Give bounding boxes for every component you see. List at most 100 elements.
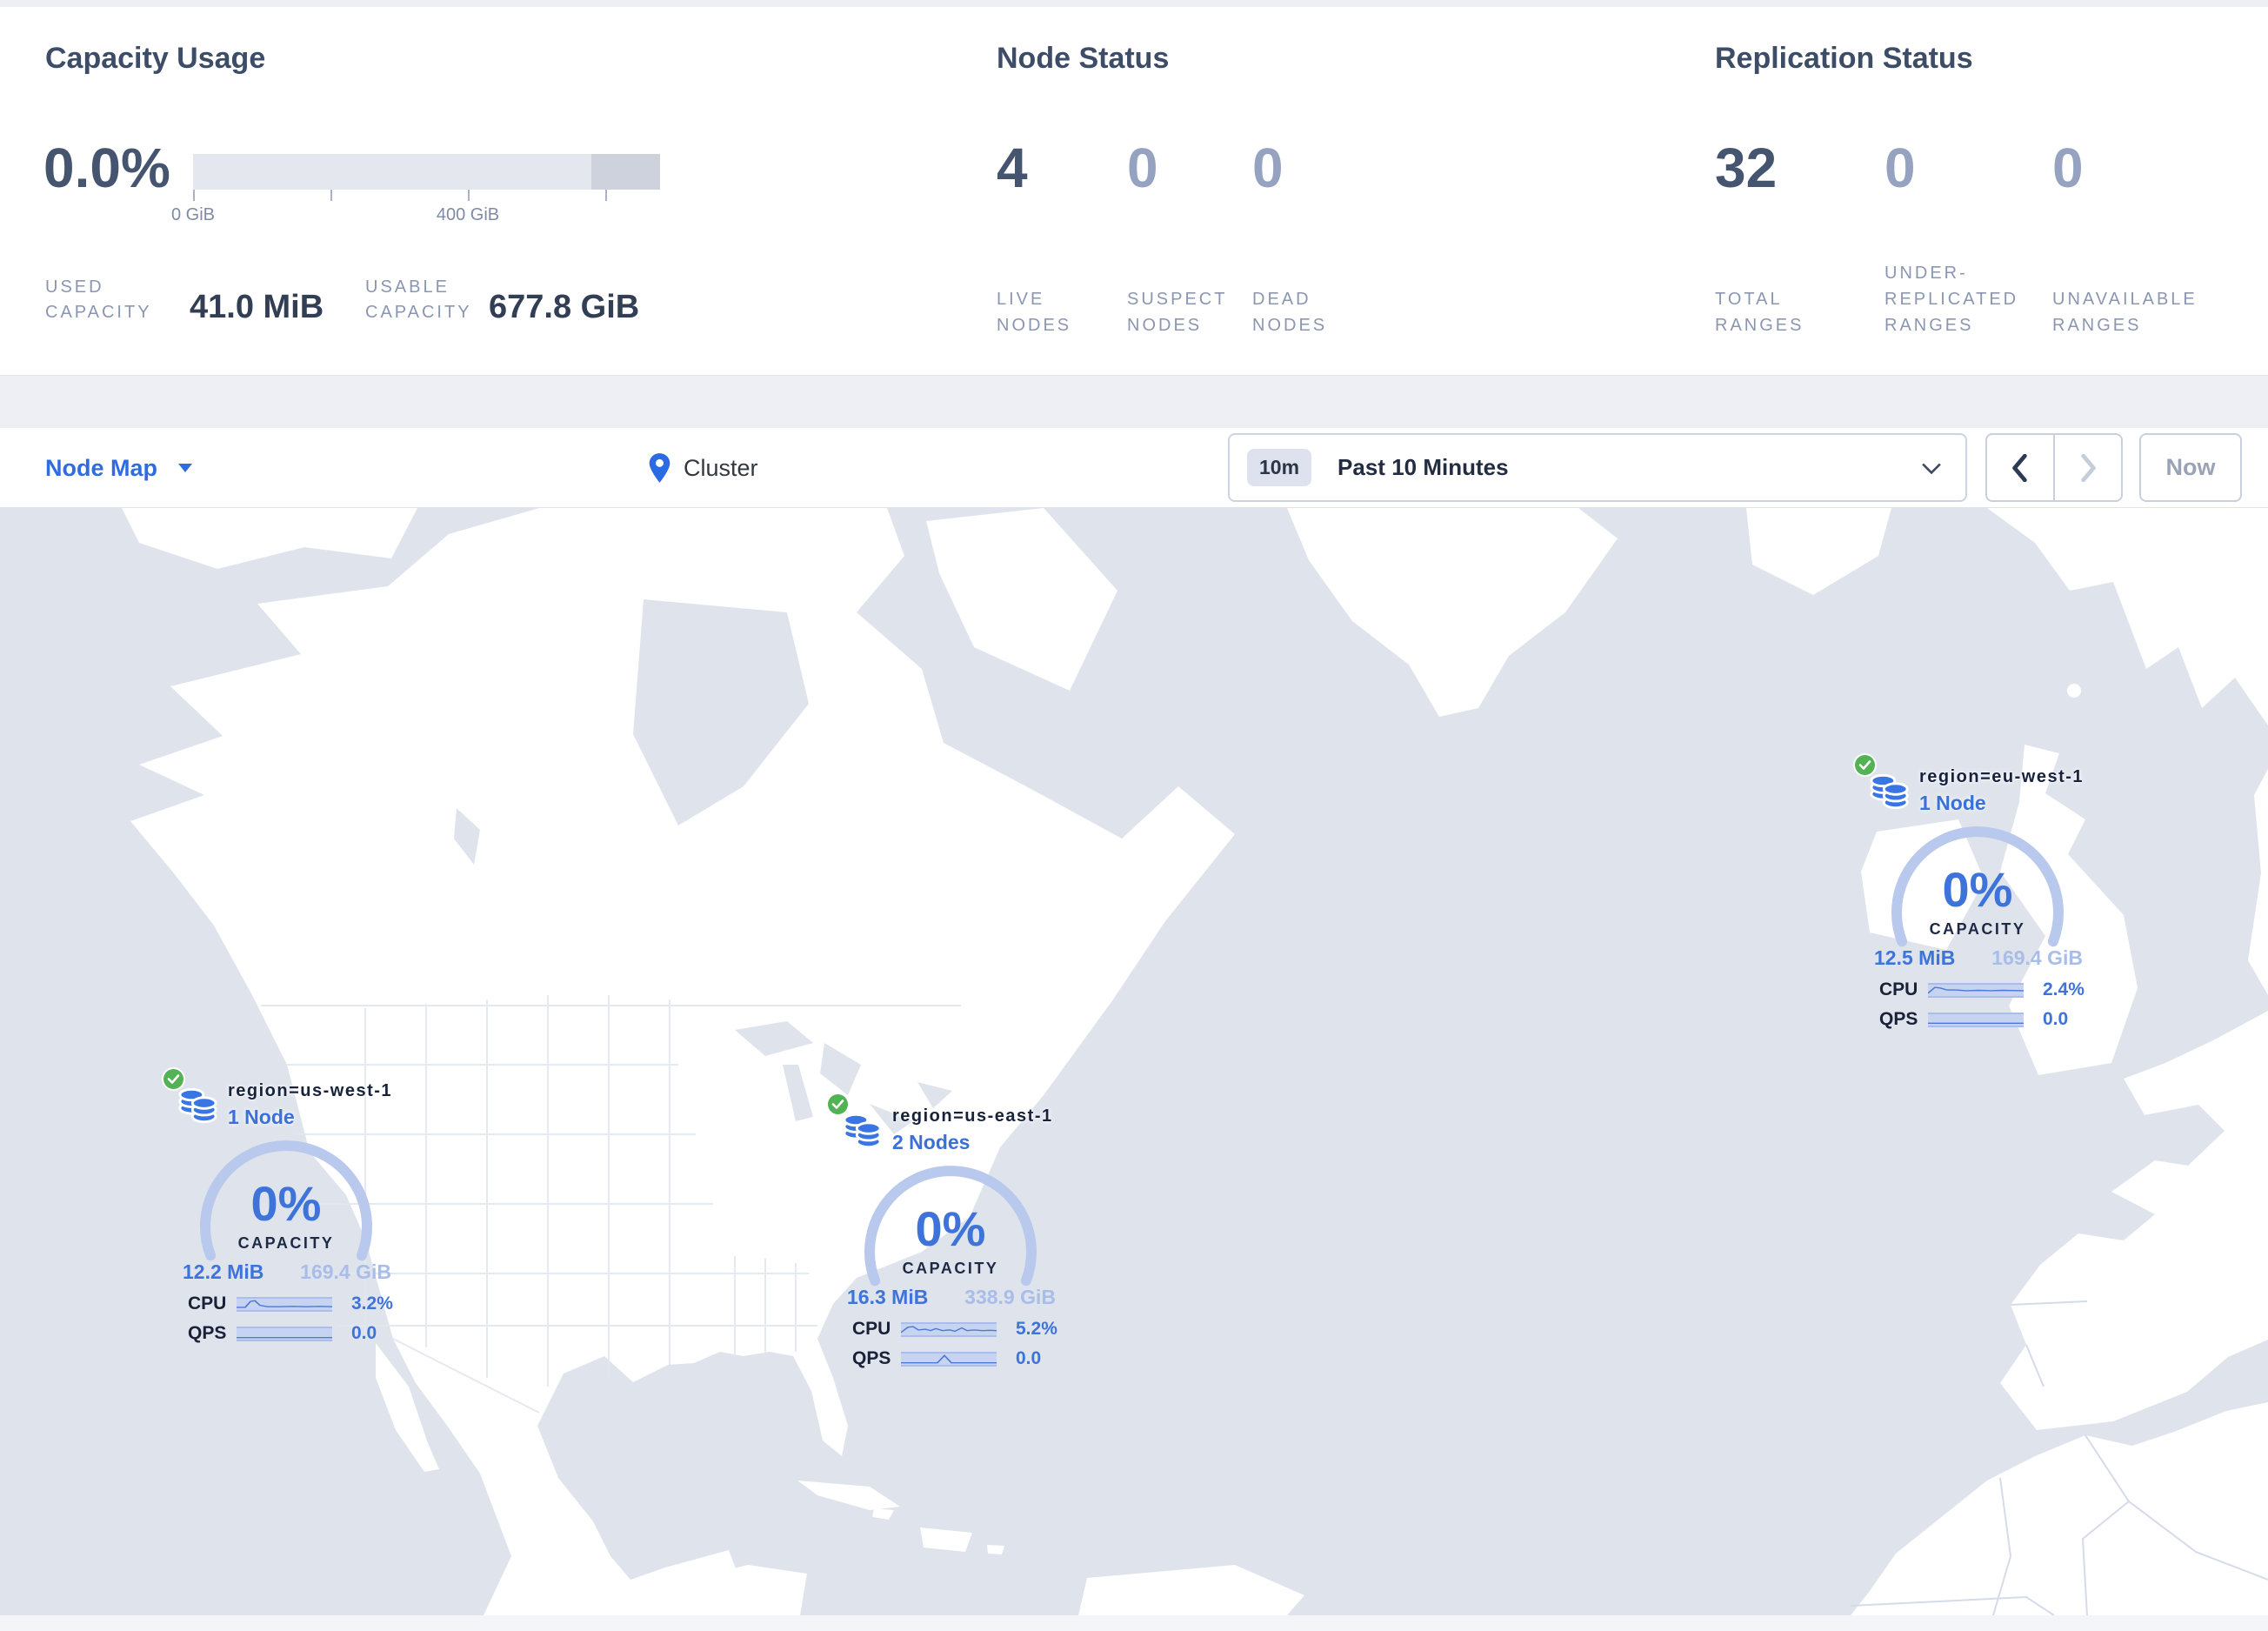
usable-capacity-label-line1: USABLE [365, 277, 450, 297]
region-name: region=us-east-1 [892, 1106, 1053, 1126]
gauge-tick-label-400: 400 GiB [436, 205, 500, 224]
region-used-capacity: 12.5 MiB [1874, 946, 1956, 969]
used-capacity-label-line1: USED [45, 277, 104, 297]
cpu-value: 3.2% [351, 1293, 393, 1313]
qps-sparkline [1928, 1012, 2024, 1027]
time-step-forward-button[interactable] [2055, 435, 2121, 500]
usable-capacity-label-line2: CAPACITY [365, 303, 472, 322]
replication-status-title: Replication Status [1715, 42, 1973, 75]
gauge-tick [193, 190, 195, 201]
live-nodes-count: 4 [997, 137, 1028, 199]
cpu-sparkline [901, 1321, 997, 1337]
region-capacity-label: CAPACITY [902, 1260, 999, 1277]
total-ranges-count: 32 [1715, 137, 1778, 199]
capacity-gauge-reserved-segment [591, 154, 660, 190]
total-ranges-label: TOTAL RANGES [1715, 286, 1804, 338]
chevron-left-icon [2012, 453, 2027, 482]
time-step-back-button[interactable] [1987, 435, 2055, 500]
used-capacity-label: USED CAPACITY [45, 275, 152, 325]
node-status-title: Node Status [997, 42, 1170, 75]
region-node-count: 1 Node [1919, 792, 1986, 814]
unavailable-ranges-label-line2: RANGES [2052, 316, 2142, 335]
world-map [0, 508, 2268, 1615]
suspect-nodes-label: SUSPECT NODES [1127, 286, 1227, 338]
region-capacity-label: CAPACITY [237, 1234, 335, 1252]
cpu-label: CPU [188, 1293, 227, 1313]
live-nodes-label: LIVE NODES [997, 286, 1071, 338]
unavailable-ranges-label-line1: UNAVAILABLE [2052, 290, 2198, 309]
region-node-count: 2 Nodes [892, 1131, 971, 1153]
qps-sparkline [901, 1351, 997, 1367]
cpu-sparkline [237, 1296, 332, 1312]
dead-nodes-count: 0 [1252, 137, 1284, 199]
qps-label: QPS [1879, 1009, 1918, 1029]
region-card-eu-west-1[interactable]: region=eu-west-1 1 Node 0% CAPACITY 12.5… [1853, 753, 2102, 1042]
cpu-value: 2.4% [2043, 979, 2085, 999]
cpu-label: CPU [1879, 979, 1918, 999]
qps-value: 0.0 [2043, 1009, 2069, 1029]
region-capacity-percent: 0% [915, 1201, 986, 1256]
live-nodes-label-line2: NODES [997, 316, 1072, 335]
time-step-buttons [1985, 433, 2123, 502]
region-used-capacity: 12.2 MiB [183, 1260, 264, 1283]
map-pin-icon [649, 453, 670, 483]
cpu-label: CPU [852, 1319, 891, 1339]
qps-label: QPS [852, 1348, 891, 1368]
region-card-us-west-1[interactable]: region=us-west-1 1 Node 0% CAPACITY 12.2… [162, 1067, 410, 1356]
used-capacity-value: 41.0 MiB [190, 289, 324, 325]
region-node-count: 1 Node [228, 1106, 295, 1128]
map-toolbar: Node Map Cluster 10m Past 10 Minutes Now [0, 428, 2268, 508]
region-card-us-east-1[interactable]: region=us-east-1 2 Nodes 0% CAPACITY 16.… [826, 1093, 1075, 1381]
capacity-percent: 0.0% [43, 137, 170, 199]
suspect-nodes-label-line1: SUSPECT [1127, 290, 1228, 309]
unavailable-ranges-label: UNAVAILABLE RANGES [2052, 286, 2198, 338]
cluster-summary-panel: Capacity Usage 0.0% 0 GiB 400 GiB USED C… [0, 7, 2268, 376]
qps-value: 0.0 [1016, 1348, 1042, 1368]
capacity-gauge [193, 154, 660, 190]
view-selector-dropdown[interactable]: Node Map [45, 428, 193, 508]
unavailable-ranges-count: 0 [2052, 137, 2084, 199]
cpu-value: 5.2% [1016, 1319, 1057, 1339]
gauge-tick [330, 190, 332, 201]
time-range-shortcut-badge: 10m [1247, 449, 1312, 486]
caret-down-icon [178, 464, 193, 472]
region-total-capacity: 169.4 GiB [300, 1260, 391, 1283]
gauge-tick [468, 190, 470, 201]
region-name: region=us-west-1 [228, 1081, 393, 1100]
capacity-usage-title: Capacity Usage [45, 42, 266, 75]
dead-nodes-label-line1: DEAD [1252, 290, 1311, 309]
region-used-capacity: 16.3 MiB [847, 1286, 929, 1308]
qps-sparkline [237, 1326, 332, 1341]
region-capacity-percent: 0% [250, 1176, 322, 1231]
suspect-nodes-count: 0 [1127, 137, 1158, 199]
database-stack-icon [1870, 773, 1909, 810]
breadcrumb-label: Cluster [684, 454, 758, 481]
qps-value: 0.0 [351, 1323, 377, 1343]
region-total-capacity: 338.9 GiB [964, 1286, 1056, 1308]
dead-nodes-label: DEAD NODES [1252, 286, 1327, 338]
node-map: region=us-west-1 1 Node 0% CAPACITY 12.2… [0, 508, 2268, 1615]
region-capacity-percent: 0% [1942, 862, 2013, 917]
under-replicated-label-line2: RANGES [1884, 316, 1974, 335]
under-replicated-label-line0: UNDER- [1884, 264, 1968, 283]
database-stack-icon [178, 1087, 217, 1124]
live-nodes-label-line1: LIVE [997, 290, 1045, 309]
qps-label: QPS [188, 1323, 227, 1343]
under-replicated-ranges-label: UNDER- REPLICATED RANGES [1884, 260, 2018, 338]
view-selector-label: Node Map [45, 454, 158, 481]
breadcrumb[interactable]: Cluster [648, 428, 758, 508]
time-range-label: Past 10 Minutes [1337, 454, 1509, 480]
region-total-capacity: 169.4 GiB [1991, 946, 2083, 969]
region-name: region=eu-west-1 [1919, 767, 2085, 786]
under-replicated-ranges-count: 0 [1884, 137, 1916, 199]
under-replicated-label-line1: REPLICATED [1884, 290, 2019, 309]
cpu-sparkline [1928, 982, 2024, 998]
suspect-nodes-label-line2: NODES [1127, 316, 1203, 335]
gauge-tick [605, 190, 607, 201]
now-button[interactable]: Now [2139, 433, 2242, 502]
dead-nodes-label-line2: NODES [1252, 316, 1328, 335]
total-ranges-label-line1: TOTAL [1715, 290, 1783, 309]
total-ranges-label-line2: RANGES [1715, 316, 1804, 335]
usable-capacity-value: 677.8 GiB [489, 289, 640, 325]
time-range-dropdown[interactable]: 10m Past 10 Minutes [1228, 433, 1967, 502]
